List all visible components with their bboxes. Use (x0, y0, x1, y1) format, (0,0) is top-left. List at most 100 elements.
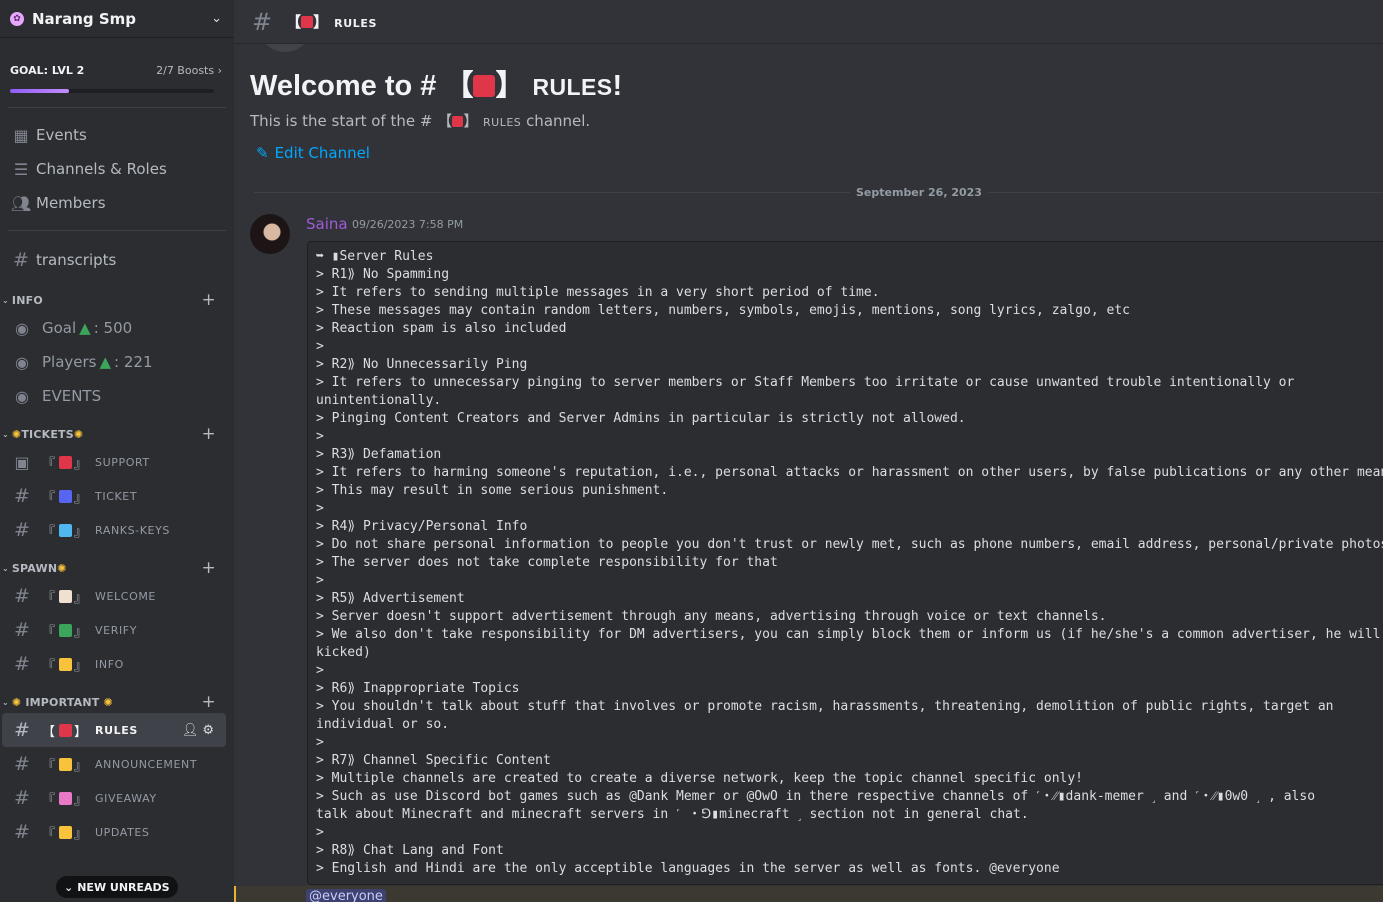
nav-channels-roles[interactable]: ☰ Channels & Roles (0, 152, 234, 186)
code-line: > R7⟫ Channel Specific Content (316, 753, 551, 768)
message-author[interactable]: Saina (306, 215, 348, 233)
channel-ranks-keys[interactable]: # 『』 RANKS-KEYS (2, 513, 226, 547)
channel-support[interactable]: ▣ 『』 SUPPORT (2, 445, 226, 479)
gear-icon[interactable]: ⚙ (202, 723, 218, 738)
add-channel-icon[interactable]: + (202, 424, 216, 444)
channel-updates[interactable]: # 『』 UPDATES (2, 815, 226, 849)
threads-hash-icon: # (13, 249, 29, 271)
voice-stage-icon: ◉ (15, 318, 29, 338)
add-channel-icon[interactable]: + (202, 290, 216, 310)
hash-icon: # (14, 619, 30, 641)
hash-icon: # (14, 585, 30, 607)
code-line: individual or so. (316, 717, 450, 732)
category-important[interactable]: ⌄ ✺ IMPORTANT ✺ + (0, 691, 234, 713)
code-line: > R1⟫ No Spamming (316, 267, 450, 282)
channel-players[interactable]: ◉ Players ▲ : 221 (2, 345, 226, 379)
category-tickets[interactable]: ⌄ ✺TICKETS✺ + (0, 423, 234, 445)
nav-members[interactable]: 👥︎ Members (0, 186, 234, 220)
code-line: > Do not share personal information to p… (316, 537, 1383, 552)
code-line: > Pinging Content Creators and Server Ad… (316, 411, 966, 426)
nav-events[interactable]: ▦ Events (0, 118, 234, 152)
channel-welcome[interactable]: # 『』 WELCOME (2, 579, 226, 613)
code-line: > (316, 339, 324, 354)
channel-events[interactable]: ◉ EVENTS (2, 379, 226, 413)
chevron-down-icon: ⌄ (64, 880, 74, 894)
members-icon: 👥︎ (10, 193, 32, 213)
channel-announcement[interactable]: # 『』 ANNOUNCEMENT (2, 747, 226, 781)
spiral-icon: ✺ (103, 695, 113, 709)
code-line: > Multiple channels are created to creat… (316, 771, 1084, 786)
code-line: > The server does not take complete resp… (316, 555, 778, 570)
channel-goal[interactable]: ◉ Goal ▲ : 500 (2, 311, 226, 345)
hash-icon: # (14, 821, 30, 843)
megaphone-emoji (301, 16, 314, 28)
channel-ticket[interactable]: # 『』 TICKET (2, 479, 226, 513)
channel-sidebar: ✿ Narang Smp ⌄ GOAL: LVL 2 2/7 Boosts › … (0, 0, 234, 902)
code-line: > You shouldn't talk about stuff that in… (316, 699, 1334, 714)
author-avatar[interactable] (250, 214, 290, 254)
megaphone-emoji (452, 116, 464, 127)
code-line: > Reaction spam is also included (316, 321, 567, 336)
boost-count[interactable]: 2/7 Boosts › (156, 64, 222, 77)
channel-giveaway[interactable]: # 『』 GIVEAWAY (2, 781, 226, 815)
edit-channel-link[interactable]: ✎ Edit Channel (256, 144, 370, 162)
channel-title: 【】 RULES (286, 13, 377, 31)
code-line: unintentionally. (316, 393, 442, 408)
code-line: > R8⟫ Chat Lang and Font (316, 843, 504, 858)
code-line: > R5⟫ Advertisement (316, 591, 465, 606)
pencil-icon: ✎ (256, 144, 269, 162)
server-icon: ✿ (10, 11, 24, 26)
code-line: > These messages may contain random lett… (316, 303, 1130, 318)
hash-icon: # (14, 753, 30, 775)
bell-emoji (59, 825, 73, 839)
channel-verify[interactable]: # 『』 VERIFY (2, 613, 226, 647)
spiral-icon: ✺ (11, 695, 22, 709)
everyone-mention[interactable]: @everyone (306, 889, 386, 902)
spiral-icon: ✺ (57, 561, 67, 575)
caret-icon: ⌄ (2, 563, 9, 573)
channel-icon-stub (258, 44, 312, 52)
boost-goal[interactable]: GOAL: LVL 2 2/7 Boosts › (0, 38, 234, 93)
new-unreads-pill[interactable]: ⌄ NEW UNREADS (56, 876, 178, 898)
code-line: talk about Minecraft and minecraft serve… (316, 807, 1029, 822)
add-channel-icon[interactable]: + (202, 558, 216, 578)
code-line: > (316, 735, 324, 750)
channel-rules[interactable]: # 【】 RULES 👤︎⚙ (2, 713, 226, 747)
server-header[interactable]: ✿ Narang Smp ⌄ (0, 0, 234, 38)
tree-icon: ▲ (79, 319, 91, 337)
code-line: > (316, 663, 324, 678)
code-line: > (316, 429, 324, 444)
code-line: > We also don't take responsibility for … (316, 627, 1381, 642)
code-line: > It refers to harming someone's reputat… (316, 465, 1383, 480)
gem-emoji (59, 523, 73, 537)
code-line: > (316, 501, 324, 516)
bell-emoji (59, 757, 73, 771)
code-line: > (316, 573, 324, 588)
forum-icon: ▣ (14, 452, 30, 472)
date-divider: September 26, 2023 (850, 186, 988, 199)
category-spawn[interactable]: ⌄ SPAWN✺ + (0, 557, 234, 579)
channel-info[interactable]: # 『』 INFO (2, 647, 226, 681)
voice-stage-icon: ◉ (15, 352, 29, 372)
message-timestamp: 09/26/2023 7:58 PM (352, 218, 464, 231)
phone-emoji (59, 455, 73, 469)
spiral-icon: ✺ (11, 427, 22, 441)
add-channel-icon[interactable]: + (202, 692, 216, 712)
code-line: > It refers to sending multiple messages… (316, 285, 880, 300)
memo-emoji (59, 589, 73, 603)
code-line: > English and Hindi are the only accepti… (316, 861, 1060, 876)
voice-stage-icon: ◉ (15, 386, 29, 406)
category-info[interactable]: ⌄ INFO + (0, 289, 234, 311)
channel-transcripts[interactable]: # transcripts (0, 243, 234, 277)
chevron-down-icon[interactable]: ⌄ (211, 11, 222, 26)
channel-header: # 【】 RULES (234, 0, 1383, 44)
message-code-block: ➥ ▮Server Rules > R1⟫ No Spamming > It ref… (307, 241, 1383, 885)
channel-start-text: This is the start of the # 【】 RULES chan… (250, 112, 591, 130)
megaphone-emoji (473, 75, 496, 97)
party-emoji (59, 791, 73, 805)
invite-icon[interactable]: 👤︎ (182, 723, 203, 738)
hash-icon: # (14, 787, 30, 809)
chat-area: Welcome to # 【】 RULES! This is the start… (234, 44, 1383, 902)
code-line: > R4⟫ Privacy/Personal Info (316, 519, 528, 534)
spiral-icon: ✺ (73, 427, 84, 441)
